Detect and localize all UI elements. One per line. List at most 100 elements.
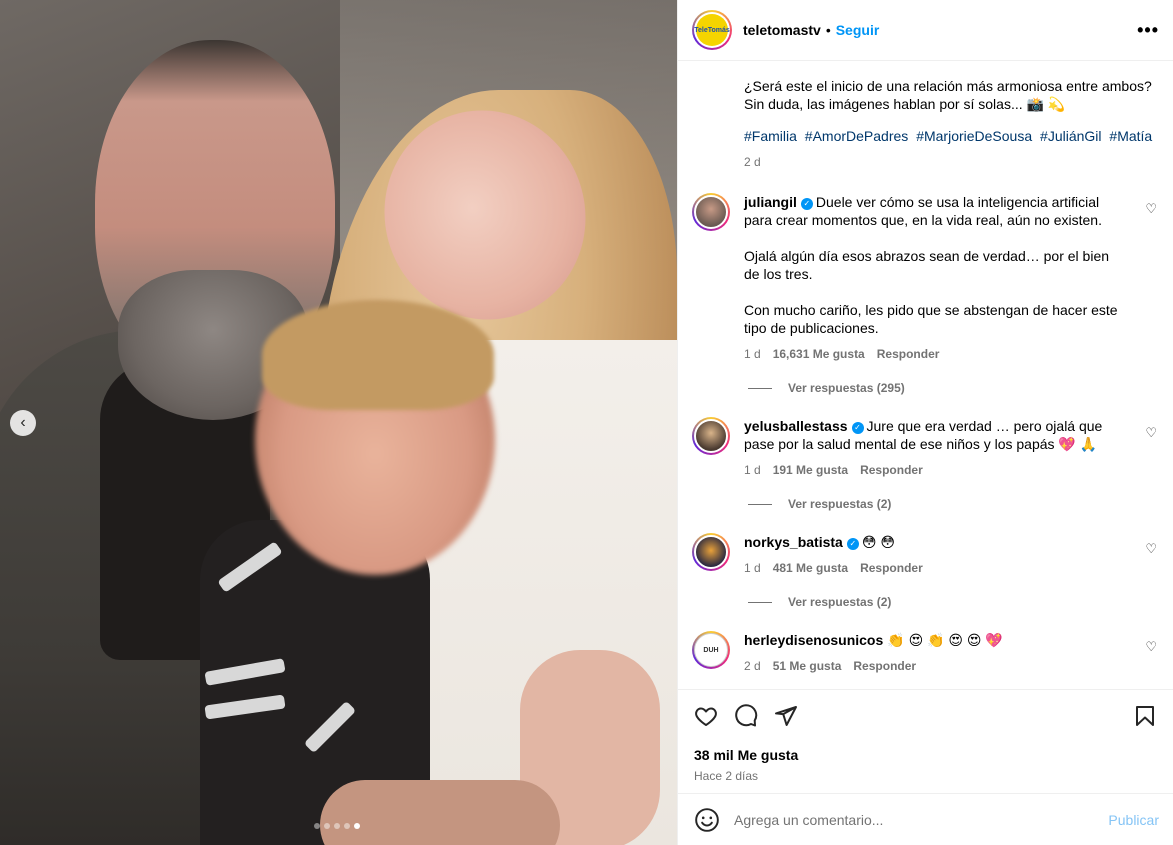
post-header: TeleTomás teletomastv • Seguir ••• (678, 0, 1173, 61)
avatar-photo (694, 419, 728, 453)
comment-input[interactable] (734, 811, 1109, 828)
caption-age: 2 d (744, 155, 761, 169)
view-replies-label: Ver respuestas (2) (788, 595, 892, 609)
hashtag-link[interactable]: #MarjorieDeSousa (916, 128, 1032, 144)
comment-username[interactable]: herleydisenosunicos (744, 632, 883, 648)
comment-like-heart-icon[interactable]: ♡ (1145, 425, 1157, 441)
duh-logo: DUH (694, 633, 728, 667)
commenter-avatar[interactable] (692, 417, 730, 455)
bookmark-icon[interactable] (1133, 704, 1157, 733)
hashtag-link[interactable]: #JuliánGil (1040, 128, 1101, 144)
share-icon[interactable] (774, 704, 798, 733)
comment-body: norkys_batista ✓ 😳 😳 1 d 481 Me gusta Resp… (744, 533, 1124, 577)
comment-meta: 1 d 191 Me gusta Responder (744, 461, 1124, 479)
post-actions: 38 mil Me gusta Hace 2 días (678, 689, 1173, 793)
comment-age: 1 d (744, 463, 761, 477)
comment-meta: 1 d 16,631 Me gusta Responder (744, 345, 1124, 363)
comment-username[interactable]: norkys_batista (744, 534, 843, 550)
comment-username[interactable]: juliangil (744, 194, 797, 210)
comment-age: 2 d (744, 659, 761, 673)
verified-icon: ✓ (800, 198, 813, 210)
view-replies-button[interactable]: Ver respuestas (2) (748, 595, 1157, 609)
view-replies-button[interactable]: Ver respuestas (2) (748, 497, 1157, 511)
post-timestamp: Hace 2 días (694, 769, 759, 783)
comment-text: Duele ver cómo se usa la inteligencia ar… (744, 194, 1102, 228)
verified-icon: ✓ (846, 538, 859, 550)
comment-text: Ojalá algún día esos abrazos sean de ver… (744, 248, 1110, 282)
chevron-left-icon: ‹ (20, 414, 26, 431)
caption-line: ¿Será este el inicio de una relación más… (744, 78, 1152, 94)
reply-button[interactable]: Responder (853, 657, 916, 675)
more-icon[interactable]: ••• (1137, 20, 1159, 41)
replies-divider (748, 503, 772, 505)
reply-button[interactable]: Responder (860, 559, 923, 577)
heart-icon[interactable] (694, 704, 718, 733)
caption-hashtags: #Familia #AmorDePadres #MarjorieDeSousa … (744, 127, 1157, 145)
comment-text: Con mucho cariño, les pido que se absten… (744, 302, 1118, 336)
comments-list[interactable]: ¿Será este el inicio de una relación más… (678, 61, 1173, 689)
comment-item: norkys_batista ✓ 😳 😳 1 d 481 Me gusta Resp… (692, 533, 1157, 577)
comment-text: 👏 😍 👏 😍 😍 💖 (887, 632, 1003, 648)
avatar-photo (694, 195, 728, 229)
reply-button[interactable]: Responder (860, 461, 923, 479)
carousel-prev-button[interactable]: ‹ (10, 410, 36, 436)
view-replies-label: Ver respuestas (2) (788, 497, 892, 511)
post-viewer: ‹ TeleTomás teletomastv • Seguir ••• ¿Se… (0, 0, 1173, 845)
comment-like-heart-icon[interactable]: ♡ (1145, 541, 1157, 557)
commenter-avatar[interactable]: DUH (692, 631, 730, 669)
post-sidebar: TeleTomás teletomastv • Seguir ••• ¿Será… (677, 0, 1173, 845)
comment-item: juliangil ✓ Duele ver cómo se usa la intel… (692, 193, 1157, 363)
author-avatar-inner: TeleTomás (694, 12, 730, 48)
comment-likes[interactable]: 51 Me gusta (773, 657, 842, 675)
avatar-photo (694, 535, 728, 569)
post-caption: ¿Será este el inicio de una relación más… (692, 61, 1157, 171)
action-icons (694, 704, 1157, 733)
caption-line: Sin duda, las imágenes hablan por sí sol… (744, 96, 1066, 112)
author-username[interactable]: teletomastv (743, 22, 821, 38)
photo-man-hand (320, 780, 560, 845)
publish-button[interactable]: Publicar (1108, 812, 1159, 828)
comment-composer: Publicar (678, 793, 1173, 845)
comment-body: herleydisenosunicos 👏 😍 👏 😍 😍 💖 2 d 51 Me… (744, 631, 1124, 675)
comment-item: DUH herleydisenosunicos 👏 😍 👏 😍 😍 💖 2 d 5… (692, 631, 1157, 675)
comment-likes[interactable]: 191 Me gusta (773, 461, 848, 479)
comment-likes[interactable]: 481 Me gusta (773, 559, 848, 577)
comment-age: 1 d (744, 347, 761, 361)
comment-meta: 1 d 481 Me gusta Responder (744, 559, 1124, 577)
carousel-dot (344, 823, 350, 829)
post-likes[interactable]: 38 mil Me gusta (694, 747, 1157, 763)
comment-meta: 2 d 51 Me gusta Responder (744, 657, 1124, 675)
view-replies-label: Ver respuestas (295) (788, 381, 905, 395)
reply-button[interactable]: Responder (877, 345, 940, 363)
header-separator: • (825, 22, 831, 38)
post-photo[interactable]: ‹ (0, 0, 677, 845)
hashtag-link[interactable]: #AmorDePadres (805, 128, 909, 144)
teletomas-logo: TeleTomás (694, 14, 730, 46)
comment-icon[interactable] (734, 704, 758, 733)
commenter-avatar[interactable] (692, 533, 730, 571)
replies-divider (748, 601, 772, 603)
verified-icon: ✓ (851, 422, 864, 434)
author-avatar[interactable]: TeleTomás (692, 10, 732, 50)
carousel-dots (314, 823, 360, 829)
carousel-dot (324, 823, 330, 829)
follow-button[interactable]: Seguir (836, 22, 880, 38)
comment-age: 1 d (744, 561, 761, 575)
hashtag-link[interactable]: #Matía (1109, 128, 1152, 144)
comment-text: 😳 😳 (861, 534, 895, 550)
comment-username[interactable]: yelusballestass (744, 418, 848, 434)
hashtag-link[interactable]: #Familia (744, 128, 797, 144)
carousel-dot (314, 823, 320, 829)
replies-divider (748, 387, 772, 389)
comment-body: yelusballestass ✓ Jure que era verdad … pe… (744, 417, 1124, 479)
carousel-dot (354, 823, 360, 829)
carousel-dot (334, 823, 340, 829)
comment-item: yelusballestass ✓ Jure que era verdad … pe… (692, 417, 1157, 479)
view-replies-button[interactable]: Ver respuestas (295) (748, 381, 1157, 395)
comment-like-heart-icon[interactable]: ♡ (1145, 639, 1157, 655)
emoji-icon[interactable] (694, 807, 720, 833)
commenter-avatar[interactable] (692, 193, 730, 231)
comment-likes[interactable]: 16,631 Me gusta (773, 345, 865, 363)
photo-child-hair (262, 300, 494, 410)
comment-like-heart-icon[interactable]: ♡ (1145, 201, 1157, 217)
